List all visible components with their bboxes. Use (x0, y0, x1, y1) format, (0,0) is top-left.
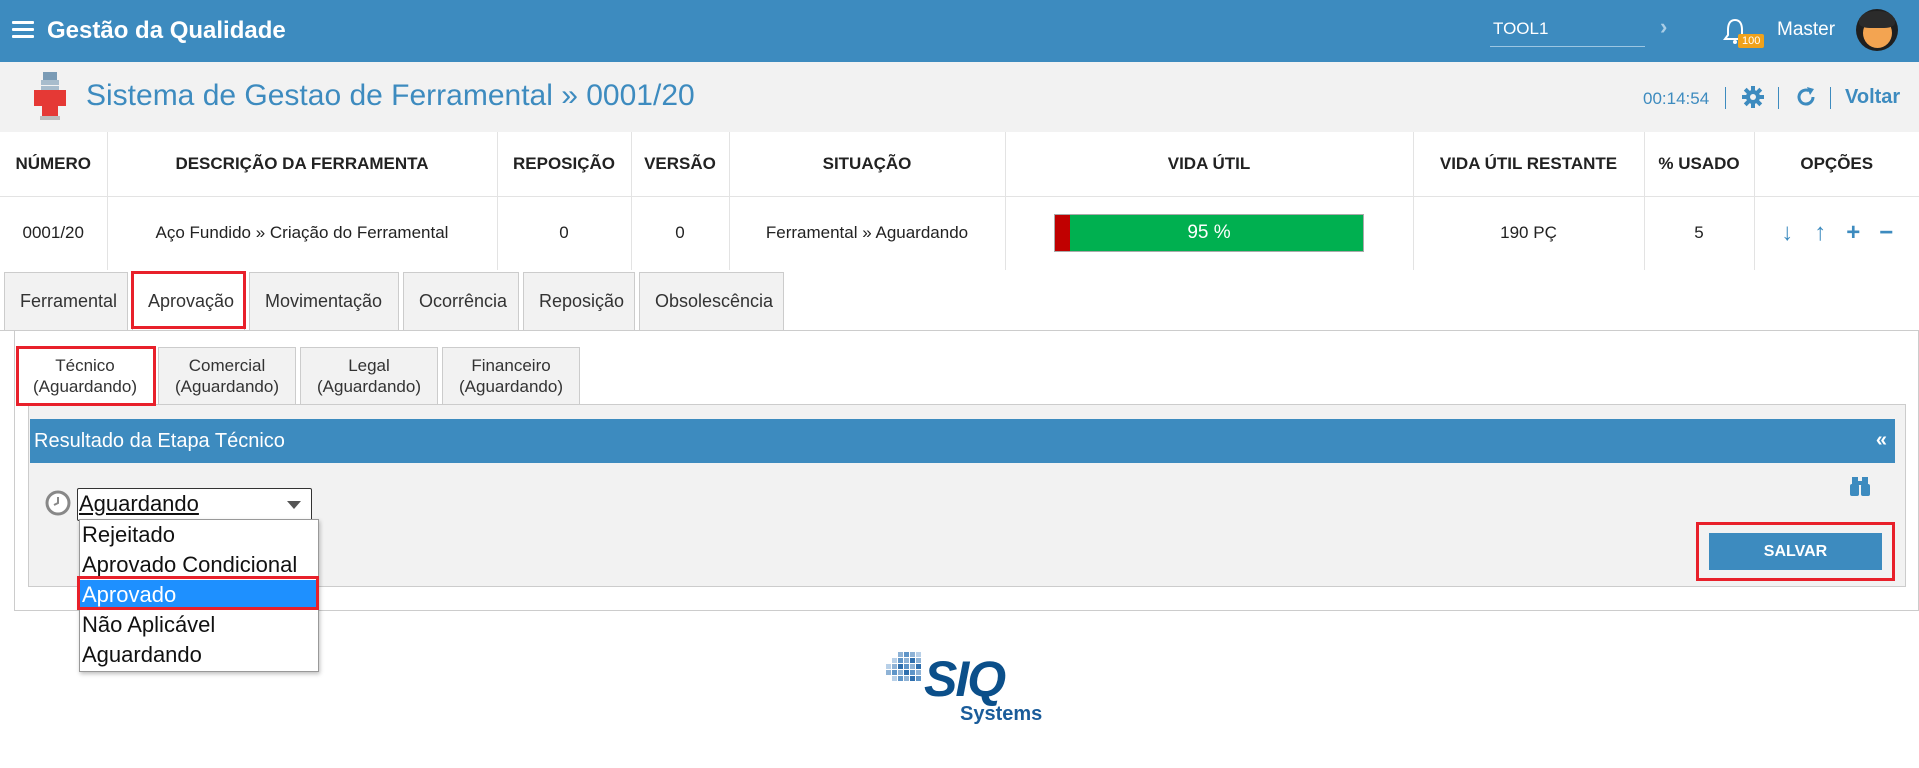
main-tabs: Ferramental Aprovação Movimentação Ocorr… (4, 272, 788, 330)
result-select-value: Aguardando (79, 491, 199, 516)
app-title: Gestão da Qualidade (47, 17, 286, 44)
option-rejeitado[interactable]: Rejeitado (80, 520, 318, 550)
column-header: % USADO (1644, 132, 1755, 197)
binoculars-icon[interactable] (1849, 475, 1871, 497)
life-percent-label: 95 % (1187, 222, 1231, 244)
subtab-status: (Aguardando) (33, 377, 137, 396)
column-header: OPÇÕES (1754, 132, 1919, 197)
column-header: VIDA ÚTIL (1005, 132, 1414, 197)
logo-grid-icon (886, 652, 921, 681)
menu-icon[interactable] (12, 21, 34, 39)
back-link[interactable]: Voltar (1845, 86, 1900, 109)
tab-aprovacao[interactable]: Aprovação (132, 272, 245, 330)
option-aprovado-condicional[interactable]: Aprovado Condicional (80, 550, 318, 580)
subtab-financeiro[interactable]: Financeiro (Aguardando) (442, 347, 580, 404)
cell-vida-util-restante: 190 PÇ (1413, 196, 1645, 270)
column-header: VIDA ÚTIL RESTANTE (1413, 132, 1645, 197)
cell-situacao: Ferramental » Aguardando (729, 196, 1006, 270)
column-header: VERSÃO (631, 132, 730, 197)
subtab-tecnico[interactable]: Técnico (Aguardando) (16, 347, 154, 404)
subtab-label: Técnico (55, 356, 115, 375)
subtab-label: Legal (348, 356, 390, 375)
approval-subtabs: Técnico (Aguardando) Comercial (Aguardando… (16, 347, 584, 404)
column-header: REPOSIÇÃO (497, 132, 632, 197)
cell-opcoes: ↓ ↑ + − (1754, 196, 1919, 270)
column-header: SITUAÇÃO (729, 132, 1006, 197)
clock-icon (45, 490, 71, 516)
subtab-label: Comercial (188, 356, 266, 375)
column-header: NÚMERO (0, 132, 108, 197)
refresh-icon[interactable] (1794, 85, 1818, 109)
column-header: DESCRIÇÃO DA FERRAMENTA (107, 132, 498, 197)
option-aprovado[interactable]: Aprovado (80, 580, 318, 610)
result-dropdown: Rejeitado Aprovado Condicional Aprovado … (79, 519, 319, 672)
tab-obsolescencia[interactable]: Obsolescência (639, 272, 784, 330)
option-nao-aplicavel[interactable]: Não Aplicável (80, 610, 318, 640)
subtab-status: (Aguardando) (317, 377, 421, 396)
top-bar: Gestão da Qualidade › 100 Master (0, 0, 1919, 62)
section-title: Resultado da Etapa Técnico (34, 430, 285, 452)
chevron-right-icon[interactable]: › (1660, 14, 1667, 40)
separator (1725, 87, 1726, 109)
table-row: 0001/20 Aço Fundido » Criação do Ferrame… (0, 196, 1919, 270)
separator (1830, 87, 1831, 109)
subtab-legal[interactable]: Legal (Aguardando) (300, 347, 438, 404)
notification-badge: 100 (1738, 34, 1765, 48)
tab-ferramental[interactable]: Ferramental (4, 272, 128, 330)
life-progress-bar: 95 % (1054, 214, 1364, 253)
arrow-down-icon[interactable]: ↓ (1775, 219, 1799, 247)
subtab-status: (Aguardando) (459, 377, 563, 396)
cell-descricao: Aço Fundido » Criação do Ferramental (107, 196, 498, 270)
page-header: Sistema de Gestao de Ferramental » 0001/… (0, 62, 1919, 132)
save-button[interactable]: SALVAR (1709, 533, 1882, 570)
session-timer: 00:14:54 (1643, 89, 1710, 108)
section-header: Resultado da Etapa Técnico « (30, 419, 1895, 463)
logo-text: SIQ (924, 651, 1006, 707)
subtab-label: Financeiro (471, 356, 551, 375)
cell-vida-util: 95 % (1005, 196, 1414, 270)
option-aguardando[interactable]: Aguardando (80, 640, 318, 670)
page-title: Sistema de Gestao de Ferramental » 0001/… (86, 79, 695, 112)
tool-icon (34, 72, 66, 120)
cell-usado: 5 (1644, 196, 1755, 270)
chevron-down-icon (287, 501, 301, 509)
tab-movimentacao[interactable]: Movimentação (249, 272, 399, 330)
separator (1778, 87, 1779, 109)
table-header-row: NÚMERO DESCRIÇÃO DA FERRAMENTA REPOSIÇÃO… (0, 132, 1919, 197)
tab-ocorrencia[interactable]: Ocorrência (403, 272, 519, 330)
minus-icon[interactable]: − (1874, 219, 1898, 247)
tool-search-input[interactable] (1490, 12, 1645, 47)
gear-icon[interactable] (1741, 85, 1765, 109)
tab-reposicao[interactable]: Reposição (523, 272, 635, 330)
plus-icon[interactable]: + (1841, 219, 1865, 247)
logo-subtext: Systems (960, 703, 1043, 725)
cell-numero: 0001/20 (0, 196, 108, 270)
siq-logo: SIQ Systems (884, 648, 1044, 730)
avatar[interactable] (1856, 9, 1898, 51)
result-select[interactable]: Aguardando (77, 488, 312, 521)
tool-table: NÚMERO DESCRIÇÃO DA FERRAMENTA REPOSIÇÃO… (0, 132, 1919, 270)
collapse-icon[interactable]: « (1876, 429, 1887, 452)
user-name[interactable]: Master (1777, 19, 1835, 41)
cell-versao: 0 (631, 196, 730, 270)
subtab-comercial[interactable]: Comercial (Aguardando) (158, 347, 296, 404)
arrow-up-icon[interactable]: ↑ (1808, 219, 1832, 247)
subtab-status: (Aguardando) (175, 377, 279, 396)
cell-reposicao: 0 (497, 196, 632, 270)
